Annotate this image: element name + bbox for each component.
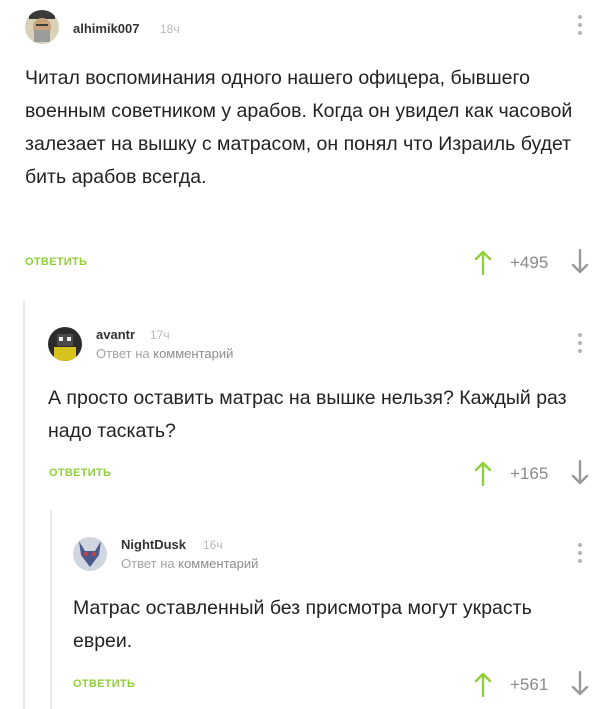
comment-text: А просто оставить матрас на вышке нельзя… — [48, 387, 567, 442]
comment-time: 17ч — [150, 328, 170, 342]
reply-to-link[interactable]: Ответ на комментарий — [96, 346, 233, 361]
rating-value: +561 — [510, 675, 549, 694]
arrow-up-icon[interactable] — [474, 249, 492, 275]
reply-button[interactable]: ОТВЕТИТЬ — [49, 467, 111, 479]
reply-to-target[interactable]: комментарий — [153, 346, 233, 361]
comment-username[interactable]: avantr — [96, 327, 135, 342]
reply-button[interactable]: ОТВЕТИТЬ — [73, 678, 135, 690]
rating-value: +165 — [510, 464, 549, 483]
more-options-icon[interactable] — [574, 15, 586, 37]
comment-time: 18ч — [160, 22, 180, 36]
arrow-up-icon[interactable] — [474, 460, 492, 486]
reply-to-link[interactable]: Ответ на комментарий — [121, 556, 258, 571]
reply-to-prefix: Ответ на — [96, 346, 150, 361]
comment-time: 16ч — [203, 538, 223, 552]
arrow-down-icon[interactable] — [571, 671, 589, 697]
more-options-icon[interactable] — [574, 543, 586, 565]
comment-username[interactable]: NightDusk — [121, 537, 186, 552]
comment-text: Читал воспоминания одного нашего офицера… — [25, 67, 573, 188]
arrow-up-icon[interactable] — [474, 671, 492, 697]
arrow-down-icon[interactable] — [571, 460, 589, 486]
arrow-down-icon[interactable] — [571, 249, 589, 275]
comment-text: Матрас оставленный без присмотра могут у… — [73, 597, 532, 652]
more-options-icon[interactable] — [574, 333, 586, 355]
reply-to-prefix: Ответ на — [121, 556, 175, 571]
rating-value: +495 — [510, 253, 549, 272]
avatar-nightdusk[interactable] — [73, 537, 107, 571]
reply-button[interactable]: ОТВЕТИТЬ — [25, 256, 87, 268]
comment-username[interactable]: alhimik007 — [73, 21, 140, 36]
comment-nightdusk: NightDusk 16ч Ответ на комментарий Матра… — [0, 510, 600, 709]
avatar-alhimik007[interactable] — [25, 10, 59, 44]
reply-to-target[interactable]: комментарий — [178, 556, 258, 571]
avatar-avantr[interactable] — [48, 327, 82, 361]
comment-alhimik007: alhimik007 18ч Читал воспоминания одного… — [0, 0, 600, 290]
comment-avantr: avantr 17ч Ответ на комментарий А просто… — [0, 300, 600, 510]
